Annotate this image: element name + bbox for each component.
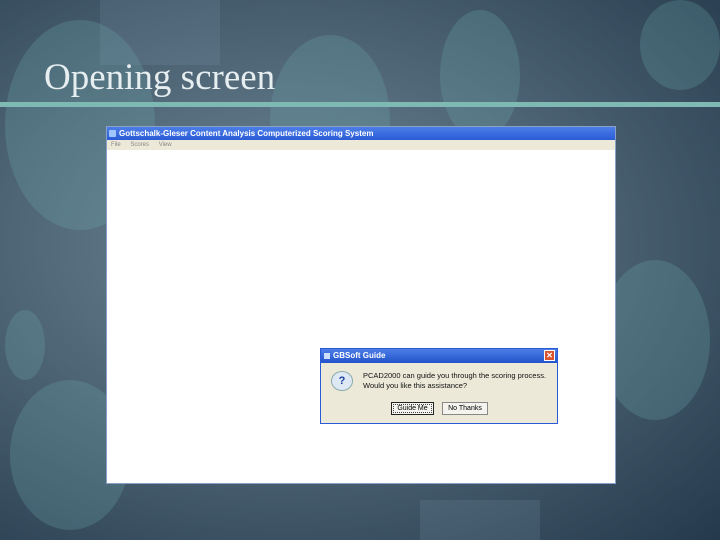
message-line: Would you like this assistance? [363, 381, 468, 390]
title-divider [0, 102, 720, 107]
decor-square [420, 500, 540, 540]
menu-bar: File Scores View [107, 140, 615, 150]
menu-view[interactable]: View [159, 142, 172, 148]
slide-title: Opening screen [44, 57, 276, 98]
dialog-title: GBSoft Guide [333, 351, 386, 360]
app-icon [109, 130, 116, 137]
no-thanks-button[interactable]: No Thanks [442, 402, 488, 415]
window-titlebar: Gottschalk-Gleser Content Analysis Compu… [107, 127, 615, 140]
menu-scores[interactable]: Scores [130, 142, 149, 148]
guide-dialog: GBSoft Guide ✕ ? PCAD2000 can guide you … [320, 348, 558, 424]
message-line: PCAD2000 can guide you through the scori… [363, 371, 547, 380]
dialog-icon [324, 353, 330, 359]
app-window: Gottschalk-Gleser Content Analysis Compu… [106, 126, 616, 484]
decor-circle [600, 260, 710, 420]
dialog-message: PCAD2000 can guide you through the scori… [363, 371, 546, 391]
window-title: Gottschalk-Gleser Content Analysis Compu… [119, 129, 374, 138]
guide-me-button[interactable]: Guide Me [391, 402, 434, 415]
decor-circle [440, 10, 520, 140]
close-icon[interactable]: ✕ [544, 350, 555, 361]
question-icon: ? [331, 371, 353, 391]
decor-circle [640, 0, 720, 90]
menu-file[interactable]: File [111, 142, 121, 148]
decor-circle [5, 310, 45, 380]
dialog-titlebar: GBSoft Guide ✕ [321, 349, 557, 363]
